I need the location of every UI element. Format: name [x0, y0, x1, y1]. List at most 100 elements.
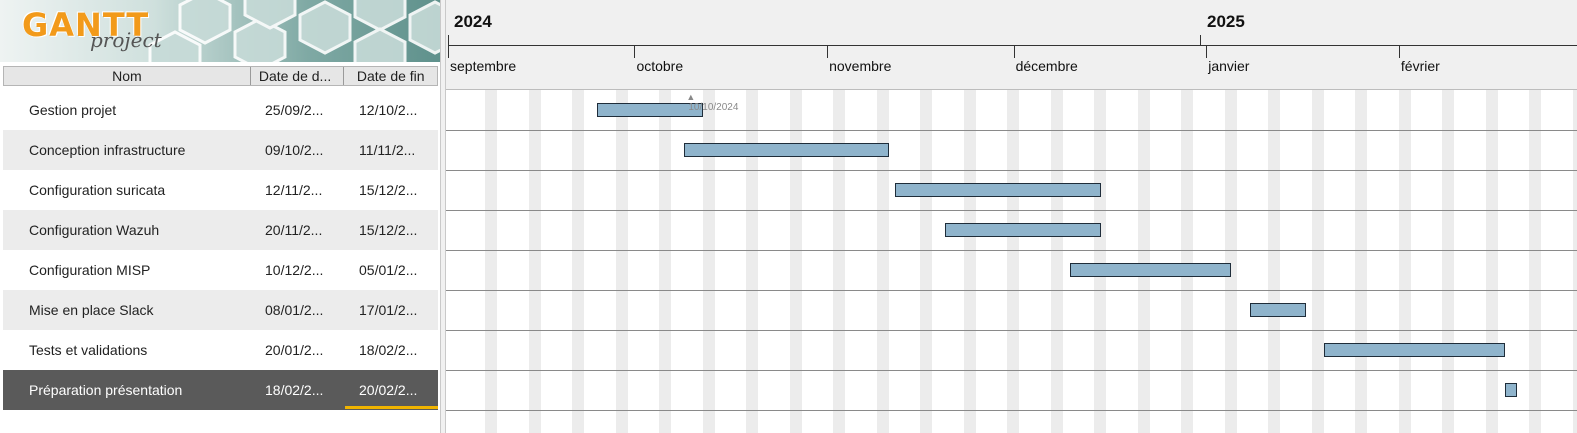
- task-bar[interactable]: [1069, 263, 1232, 277]
- year-tick: [1200, 35, 1201, 46]
- task-row[interactable]: Configuration MISP 10/12/2... 05/01/2...: [3, 250, 438, 290]
- weekend-stripe: [528, 90, 541, 433]
- month-tick: [1013, 46, 1015, 58]
- weekend-stripe: [1181, 90, 1194, 433]
- row-line: [446, 330, 1577, 331]
- task-row[interactable]: Conception infrastructure 09/10/2... 11/…: [3, 130, 438, 170]
- weekend-stripe: [1050, 90, 1063, 433]
- weekend-stripe: [1137, 90, 1150, 433]
- weekend-stripe: [572, 90, 585, 433]
- month-tick: [448, 46, 449, 58]
- task-start-date: 12/11/2...: [265, 182, 323, 198]
- task-row[interactable]: Configuration Wazuh 20/11/2... 15/12/2..…: [3, 210, 438, 250]
- month-label: décembre: [1015, 58, 1078, 74]
- row-line: [446, 370, 1577, 371]
- weekend-stripe: [1007, 90, 1020, 433]
- today-date-label: 10/10/2024: [688, 102, 739, 113]
- task-end-date: 18/02/2...: [359, 342, 418, 358]
- task-end-date: 15/12/2...: [359, 182, 418, 198]
- task-bar[interactable]: [895, 183, 1101, 197]
- month-tick: [1398, 46, 1400, 58]
- weekend-stripe: [746, 90, 759, 433]
- weekend-stripe: [876, 90, 889, 433]
- row-line: [446, 170, 1577, 171]
- task-bar[interactable]: [1249, 303, 1306, 317]
- weekend-stripe: [1572, 90, 1577, 433]
- row-line: [446, 290, 1577, 291]
- task-bar[interactable]: [945, 223, 1101, 237]
- task-name: Mise en place Slack: [29, 302, 154, 318]
- month-label: janvier: [1208, 58, 1250, 74]
- weekend-stripe: [1529, 90, 1542, 433]
- task-start-date: 09/10/2...: [265, 142, 324, 158]
- weekend-stripe: [1094, 90, 1107, 433]
- weekend-stripe: [963, 90, 976, 433]
- task-row[interactable]: Configuration suricata 12/11/2... 15/12/…: [3, 170, 438, 210]
- month-label: novembre: [829, 58, 892, 74]
- weekend-stripe: [789, 90, 802, 433]
- row-line: [446, 410, 1577, 411]
- task-start-date: 08/01/2...: [265, 302, 324, 318]
- task-row[interactable]: Mise en place Slack 08/01/2... 17/01/2..…: [3, 290, 438, 330]
- ganttproject-logo: GANTT project: [0, 0, 440, 62]
- column-header-end-date[interactable]: Date de fin: [344, 67, 437, 85]
- task-start-date: 20/01/2...: [265, 342, 324, 358]
- task-end-date: 11/11/2...: [359, 142, 416, 158]
- weekend-stripe: [659, 90, 672, 433]
- month-tick: [634, 46, 636, 58]
- year-label: 2024: [454, 12, 492, 31]
- task-name: Configuration suricata: [29, 182, 166, 198]
- weekend-stripe: [1268, 90, 1281, 433]
- row-line: [446, 130, 1577, 131]
- selected-cell-indicator: [345, 406, 438, 409]
- task-start-date: 18/02/2...: [265, 382, 324, 398]
- task-row[interactable]: Tests et validations 20/01/2... 18/02/2.…: [3, 330, 438, 370]
- weekend-stripe: [615, 90, 628, 433]
- task-name: Tests et validations: [29, 342, 148, 358]
- weekend-stripe: [1442, 90, 1455, 433]
- year-tick: [448, 35, 449, 46]
- year-axis-line: [448, 45, 1577, 46]
- weekend-stripe: [1224, 90, 1237, 433]
- row-line: [446, 250, 1577, 251]
- task-bar[interactable]: [684, 143, 890, 157]
- weekend-stripe: [833, 90, 846, 433]
- gantt-chart[interactable]: 2024 2025 septembre octobre novembre décemb…: [446, 0, 1577, 433]
- weekend-stripe: [1311, 90, 1324, 433]
- logo-project-text: project: [90, 28, 162, 52]
- weekend-stripe: [920, 90, 933, 433]
- task-row-selected[interactable]: Préparation présentation 18/02/2... 20/0…: [3, 370, 438, 410]
- column-header-row: Nom Date de d... Date de fin: [3, 66, 438, 86]
- today-marker-icon: ▲: [686, 92, 696, 102]
- task-bar[interactable]: [1324, 343, 1505, 357]
- weekend-stripe: [1355, 90, 1368, 433]
- year-label: 2025: [1207, 12, 1245, 31]
- task-name: Conception infrastructure: [29, 142, 186, 158]
- task-row[interactable]: Gestion projet 25/09/2... 12/10/2...: [3, 90, 438, 130]
- task-name: Gestion projet: [29, 102, 117, 118]
- task-end-date: 20/02/2...: [359, 382, 418, 398]
- task-end-date: 05/01/2...: [359, 262, 418, 278]
- weekend-stripe: [1398, 90, 1411, 433]
- timeline-header: 2024 2025 septembre octobre novembre décemb…: [446, 0, 1577, 90]
- column-header-start-date[interactable]: Date de d...: [251, 67, 345, 85]
- month-tick: [1206, 46, 1208, 58]
- task-start-date: 25/09/2...: [265, 102, 324, 118]
- task-bar[interactable]: [1504, 383, 1517, 397]
- column-header-name[interactable]: Nom: [4, 67, 251, 85]
- task-end-date: 15/12/2...: [359, 222, 418, 238]
- weekend-stripe: [485, 90, 498, 433]
- gantt-grid: [446, 90, 1577, 433]
- task-start-date: 10/12/2...: [265, 262, 324, 278]
- task-end-date: 12/10/2...: [359, 102, 418, 118]
- task-list: Gestion projet 25/09/2... 12/10/2... Con…: [3, 90, 438, 410]
- month-label: février: [1400, 58, 1440, 74]
- task-bar[interactable]: [597, 103, 703, 117]
- task-name: Préparation présentation: [29, 382, 183, 398]
- task-end-date: 17/01/2...: [359, 302, 418, 318]
- task-table-panel: GANTT project Nom Date de d... Date de f…: [0, 0, 440, 433]
- task-name: Configuration MISP: [29, 262, 151, 278]
- row-line: [446, 210, 1577, 211]
- task-name: Configuration Wazuh: [29, 222, 160, 238]
- task-start-date: 20/11/2...: [265, 222, 323, 238]
